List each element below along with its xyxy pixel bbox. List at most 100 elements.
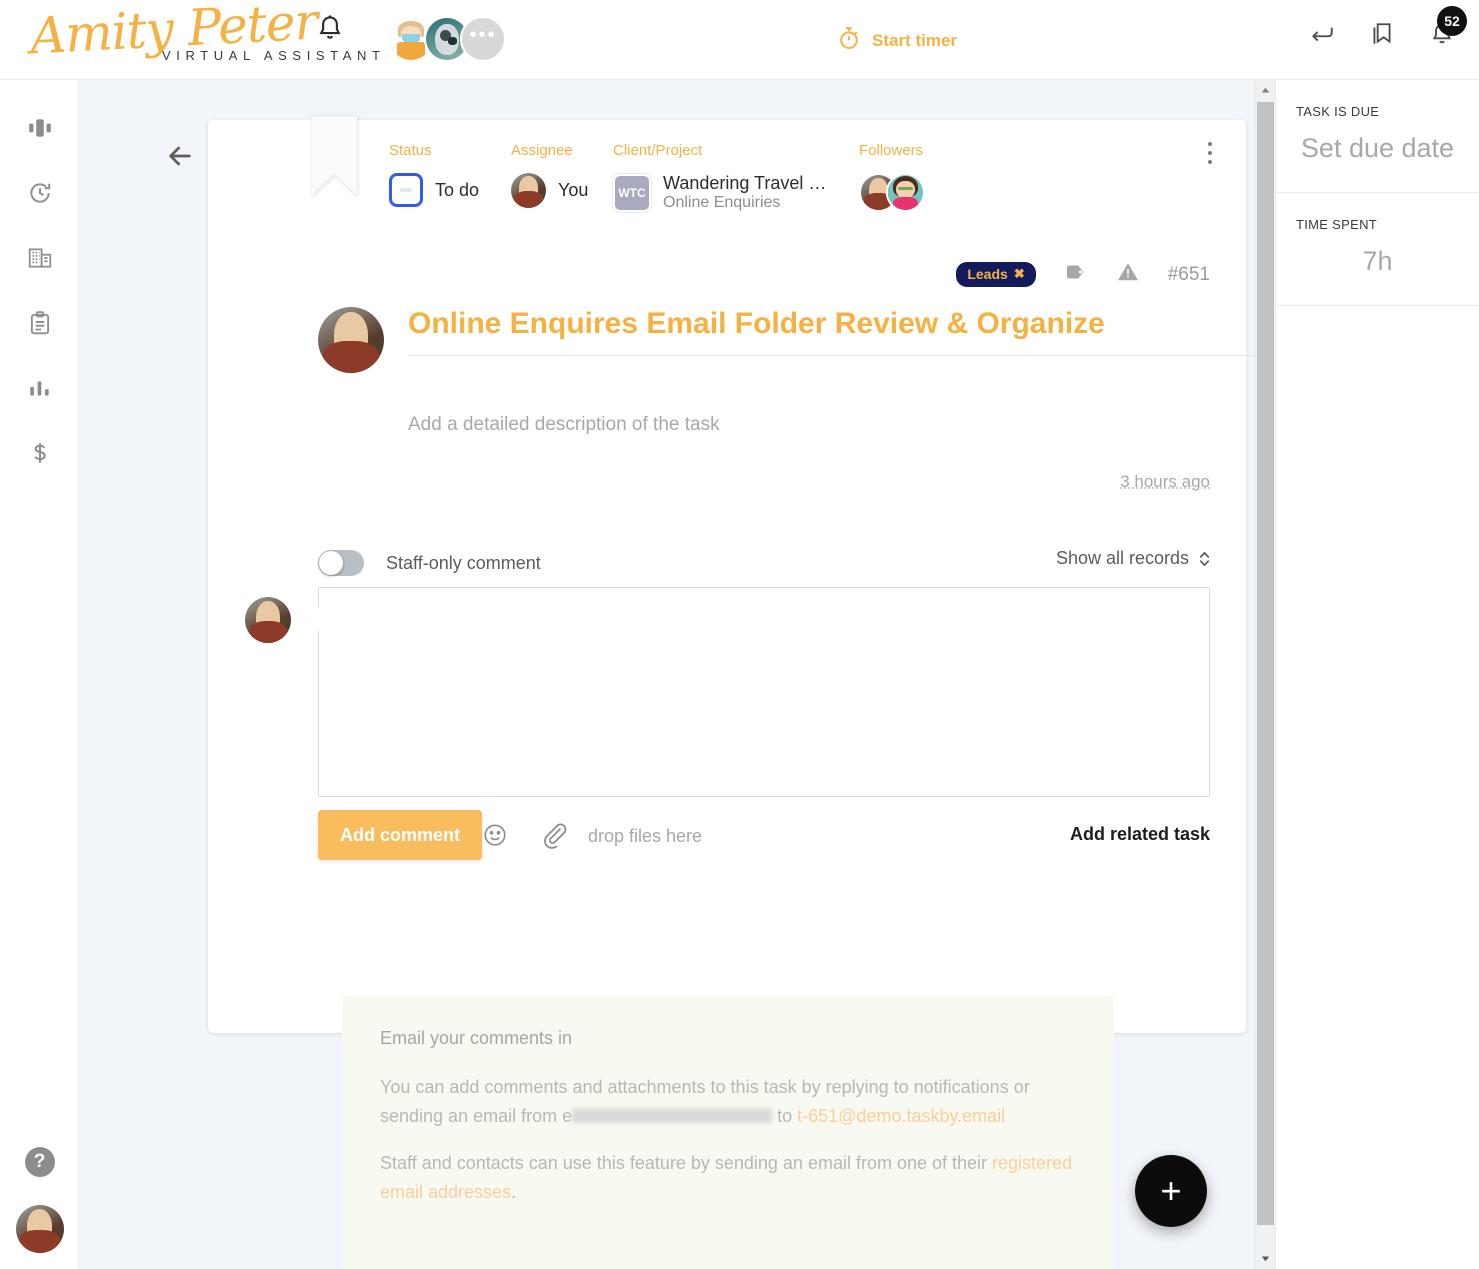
email-panel-p2-end: . [511, 1182, 517, 1202]
sidebar-item-clients[interactable] [0, 228, 79, 293]
bookmark-icon[interactable] [1369, 20, 1395, 48]
sidebar-item-boards[interactable] [0, 98, 79, 163]
add-related-task-button[interactable]: Add related task [1070, 824, 1210, 845]
tag-row: Leads ✖ #651 [956, 260, 1210, 289]
time-spent-block: TIME SPENT 7h [1276, 193, 1479, 306]
time-spent-value[interactable]: 7h [1296, 246, 1459, 277]
brand-logo[interactable]: Amity Peter VIRTUAL ASSISTANT [22, 0, 380, 76]
task-email-link[interactable]: t-651@demo.taskby.email [797, 1106, 1005, 1126]
add-comment-button[interactable]: Add comment [318, 810, 483, 860]
tag-icon[interactable] [1064, 260, 1088, 289]
left-sidebar: ? [0, 80, 79, 1269]
email-panel-p1-to: to [772, 1106, 798, 1126]
client-project-label: Client/Project [613, 142, 703, 159]
followers-avatar-stack[interactable] [859, 173, 925, 212]
columns-icon [27, 115, 53, 146]
right-panel: TASK IS DUE Set due date TIME SPENT 7h [1275, 80, 1479, 1269]
help-icon[interactable]: ? [24, 1147, 55, 1177]
set-due-date-button[interactable]: Set due date [1296, 133, 1459, 164]
vertical-scrollbar[interactable] [1254, 80, 1275, 1269]
stopwatch-icon [836, 24, 862, 57]
show-records-label: Show all records [1055, 548, 1189, 568]
ribbon-bookmark-icon[interactable] [310, 115, 358, 198]
status-checkbox[interactable] [389, 173, 423, 207]
avatar-more-button[interactable]: ••• [460, 16, 506, 62]
tag-label: Leads [967, 266, 1008, 282]
bar-chart-icon [27, 375, 53, 406]
top-bar: Amity Peter VIRTUAL ASSISTANT ••• Start … [0, 0, 1479, 80]
scrollbar-thumb[interactable] [1257, 102, 1274, 1225]
task-title-row: Online Enquires Email Folder Review & Or… [318, 307, 1258, 373]
assignee-field: Assignee You [511, 142, 613, 213]
staff-only-toggle[interactable] [318, 550, 364, 576]
sidebar-bottom-group: ? [0, 1147, 79, 1253]
assignee-value: You [558, 180, 589, 200]
more-options-icon[interactable] [1198, 138, 1222, 168]
task-due-label: TASK IS DUE [1296, 104, 1380, 119]
clipboard-icon [27, 310, 53, 341]
email-panel-title: Email your comments in [380, 1028, 573, 1048]
sidebar-item-time[interactable] [0, 163, 79, 228]
project-name[interactable]: Online Enquiries [663, 193, 826, 213]
sidebar-item-reports[interactable] [0, 358, 79, 423]
notifications-bell-icon[interactable]: 52 [1429, 6, 1467, 48]
followers-label: Followers [859, 142, 924, 159]
task-owner-avatar[interactable] [318, 307, 384, 373]
top-right-icon-group: 52 [1309, 6, 1467, 48]
main-canvas: Status To do Assignee You Client/Project [79, 80, 1275, 1269]
task-due-block: TASK IS DUE Set due date [1276, 80, 1479, 193]
updated-timestamp[interactable]: 3 hours ago [1120, 472, 1210, 492]
warning-triangle-icon[interactable] [1116, 260, 1140, 289]
email-panel-paragraph-2: Staff and contacts can use this feature … [380, 1149, 1076, 1207]
show-records-select[interactable]: Show all records [1056, 548, 1210, 569]
staff-only-label: Staff-only comment [386, 552, 541, 573]
app-root: Amity Peter VIRTUAL ASSISTANT ••• Start … [0, 0, 1479, 1269]
redacted-email [572, 1108, 773, 1123]
email-comments-panel: Email your comments in You can add comme… [342, 996, 1114, 1269]
task-number: #651 [1167, 263, 1210, 285]
enter-return-icon[interactable] [1309, 20, 1335, 48]
project-logo[interactable]: WTC [613, 174, 651, 212]
client-name[interactable]: Wandering Travel … [663, 173, 826, 193]
followers-field: Followers [859, 142, 925, 213]
paperclip-icon[interactable] [540, 818, 568, 855]
email-panel-p2-text: Staff and contacts can use this feature … [380, 1153, 993, 1173]
close-icon[interactable]: ✖ [1014, 266, 1025, 282]
clock-rotate-icon [27, 180, 53, 211]
start-timer-label: Start timer [872, 30, 958, 50]
user-avatar[interactable] [15, 1205, 64, 1253]
email-panel-paragraph-1: You can add comments and attachments to … [380, 1073, 1076, 1131]
chevron-updown-icon [1199, 550, 1210, 568]
comment-author-avatar[interactable] [245, 597, 291, 643]
task-meta-row: Status To do Assignee You Client/Project [389, 142, 925, 213]
back-arrow-icon[interactable] [164, 140, 196, 172]
comment-actions: Add comment drop files here Add related … [318, 810, 1210, 866]
status-value: To do [435, 179, 480, 200]
assignee-label: Assignee [511, 142, 573, 159]
staff-only-toggle-row: Staff-only comment [318, 550, 541, 576]
start-timer-button[interactable]: Start timer [836, 24, 957, 57]
follower-avatar[interactable] [886, 173, 925, 212]
scroll-up-icon[interactable] [1255, 80, 1276, 101]
page-title[interactable]: Online Enquires Email Folder Review & Or… [408, 307, 1258, 355]
brand-subtitle: VIRTUAL ASSISTANT [162, 48, 386, 63]
bell-icon[interactable] [315, 12, 345, 44]
add-button[interactable]: + [1135, 1155, 1207, 1227]
header-avatar-group[interactable]: ••• [388, 16, 506, 62]
status-badge[interactable]: Leads ✖ [956, 262, 1036, 287]
status-label: Status [389, 142, 432, 159]
plus-icon: + [1160, 1170, 1182, 1211]
assignee-avatar[interactable] [511, 173, 546, 208]
sidebar-item-tasks[interactable] [0, 293, 79, 358]
emoji-smiley-icon[interactable] [482, 822, 508, 853]
scroll-down-icon[interactable] [1255, 1248, 1276, 1269]
description-input[interactable]: Add a detailed description of the task [408, 414, 720, 436]
comment-input[interactable] [318, 587, 1210, 797]
time-spent-label: TIME SPENT [1296, 217, 1378, 232]
building-icon [27, 245, 53, 276]
notification-count-badge: 52 [1437, 6, 1467, 36]
status-field: Status To do [389, 142, 511, 213]
sidebar-item-billing[interactable] [0, 423, 79, 488]
drop-files-label: drop files here [588, 826, 703, 846]
dollar-icon [27, 440, 53, 471]
